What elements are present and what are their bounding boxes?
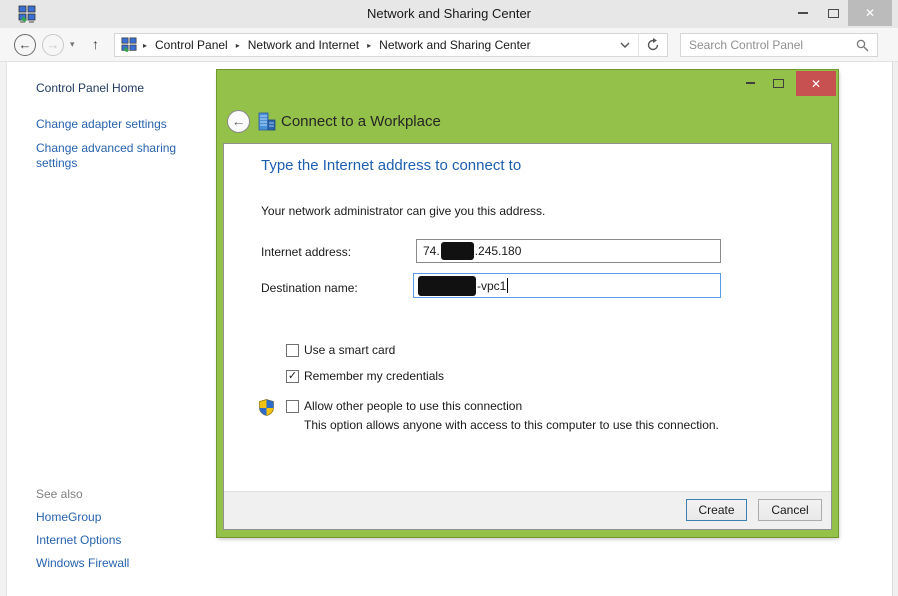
network-icon (121, 37, 137, 53)
maximize-button[interactable] (818, 0, 848, 26)
sidebar-item-internet-options[interactable]: Internet Options (36, 533, 121, 547)
remember-credentials-checkbox-row[interactable]: ✓ Remember my credentials (286, 369, 444, 383)
dialog-minimize-button[interactable] (736, 70, 764, 96)
see-also-heading: See also (36, 487, 83, 501)
up-icon: ↑ (92, 36, 99, 52)
sidebar-item-change-advanced-sharing-settings[interactable]: Change advanced sharing settings (36, 141, 201, 171)
redaction-box (418, 276, 476, 296)
breadcrumb-separator-icon: ▸ (137, 41, 153, 50)
close-icon: ✕ (811, 77, 821, 91)
internet-address-value-suffix: .245.180 (475, 244, 522, 258)
forward-icon: → (47, 37, 60, 52)
window-frame-right (892, 62, 898, 596)
allow-others-checkbox-label: Allow other people to use this connectio… (304, 399, 522, 413)
maximize-icon (773, 79, 784, 88)
text-cursor (507, 278, 508, 293)
chevron-down-icon (620, 42, 630, 48)
refresh-button[interactable] (639, 38, 667, 52)
search-box (680, 33, 878, 57)
workplace-icon (258, 112, 276, 131)
search-input[interactable] (681, 38, 856, 52)
window-controls: ✕ (788, 0, 892, 26)
uac-shield-icon (259, 399, 274, 416)
search-icon (856, 39, 869, 52)
forward-button[interactable]: → (42, 34, 64, 56)
dialog-back-button[interactable]: ← (227, 110, 250, 133)
breadcrumb-separator-icon: ▸ (230, 41, 246, 50)
breadcrumb-separator-icon: ▸ (361, 41, 377, 50)
breadcrumb-control-panel[interactable]: Control Panel (153, 38, 230, 52)
close-icon: ✕ (865, 6, 875, 20)
back-icon: ← (232, 113, 246, 129)
smart-card-checkbox-row[interactable]: Use a smart card (286, 343, 395, 357)
smart-card-checkbox-label: Use a smart card (304, 343, 395, 357)
redaction-box (441, 242, 474, 260)
back-icon: ← (19, 37, 32, 52)
minimize-icon (746, 82, 755, 84)
dialog-window-controls: ✕ (736, 70, 836, 96)
title-bar: Network and Sharing Center ✕ (0, 0, 898, 28)
dialog-title: Connect to a Workplace (281, 113, 441, 130)
internet-address-field[interactable]: 74. .245.180 (416, 239, 721, 263)
search-button[interactable] (856, 39, 877, 52)
close-button[interactable]: ✕ (848, 0, 892, 26)
recent-pages-dropdown[interactable]: ▾ (70, 39, 75, 50)
cancel-button[interactable]: Cancel (758, 499, 822, 521)
window-title: Network and Sharing Center (0, 6, 898, 21)
dialog-content-panel: Type the Internet address to connect to … (223, 143, 832, 530)
destination-name-field[interactable]: -vpc1 (413, 273, 721, 298)
dialog-intro-text: Your network administrator can give you … (261, 204, 545, 218)
destination-name-value-suffix: -vpc1 (477, 279, 506, 293)
address-dropdown-button[interactable] (612, 42, 638, 48)
smart-card-checkbox[interactable] (286, 344, 299, 357)
back-button[interactable]: ← (14, 34, 36, 56)
allow-others-description: This option allows anyone with access to… (304, 418, 719, 432)
dialog-maximize-button[interactable] (764, 70, 792, 96)
sidebar-item-windows-firewall[interactable]: Windows Firewall (36, 556, 129, 570)
breadcrumb-network-and-sharing-center[interactable]: Network and Sharing Center (377, 38, 532, 52)
allow-others-checkbox-row[interactable]: Allow other people to use this connectio… (286, 399, 522, 413)
sidebar-item-change-adapter-settings[interactable]: Change adapter settings (36, 117, 167, 131)
connect-to-workplace-dialog: ✕ ← Connect to a Workplace Type the Inte… (217, 70, 838, 537)
minimize-button[interactable] (788, 0, 818, 26)
sidebar-item-homegroup[interactable]: HomeGroup (36, 510, 101, 524)
address-bar[interactable]: ▸ Control Panel ▸ Network and Internet ▸… (114, 33, 668, 57)
internet-address-value-prefix: 74. (423, 244, 440, 258)
dialog-close-button[interactable]: ✕ (796, 71, 836, 96)
allow-others-checkbox[interactable] (286, 400, 299, 413)
remember-credentials-checkbox-label: Remember my credentials (304, 369, 444, 383)
up-button[interactable]: ↑ (92, 36, 99, 52)
check-icon: ✓ (288, 371, 297, 382)
window-frame-left (0, 62, 7, 596)
internet-address-label: Internet address: (261, 245, 351, 259)
dialog-heading: Type the Internet address to connect to (261, 157, 521, 174)
sidebar-item-control-panel-home[interactable]: Control Panel Home (36, 81, 144, 95)
minimize-icon (798, 12, 808, 14)
create-button[interactable]: Create (686, 499, 747, 521)
refresh-icon (646, 38, 660, 52)
remember-credentials-checkbox[interactable]: ✓ (286, 370, 299, 383)
chevron-down-icon: ▾ (70, 39, 75, 49)
breadcrumb-network-and-internet[interactable]: Network and Internet (246, 38, 361, 52)
maximize-icon (828, 9, 839, 18)
destination-name-label: Destination name: (261, 281, 358, 295)
